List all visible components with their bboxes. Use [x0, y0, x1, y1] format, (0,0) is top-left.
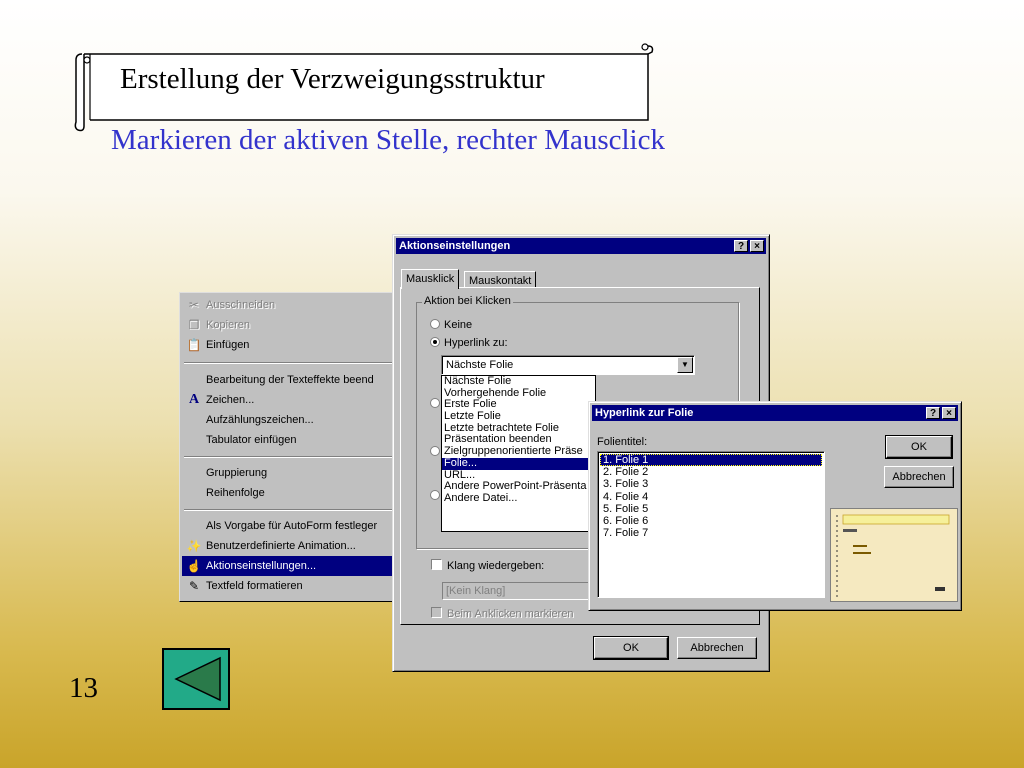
list-item[interactable]: 2. Folie 2 — [600, 466, 822, 478]
menu-item-label: Gruppierung — [206, 467, 268, 479]
dialog-titlebar: Hyperlink zur Folie ? × — [592, 405, 958, 421]
context-menu: ✂ Ausschneiden ❐ Kopieren 📋 Einfügen Bea… — [179, 292, 398, 602]
menu-item-label: Als Vorgabe für AutoForm festleger — [206, 520, 378, 532]
menu-separator — [184, 456, 393, 458]
menu-item-custom-animation[interactable]: ✨ Benutzerdefinierte Animation... — [182, 536, 397, 556]
menu-item-copy[interactable]: ❐ Kopieren — [182, 315, 397, 335]
sound-select[interactable]: [Kein Klang] — [442, 582, 592, 600]
slide-listbox[interactable]: 1. Folie 1 2. Folie 2 3. Folie 3 4. Foli… — [597, 451, 825, 598]
animation-icon: ✨ — [186, 539, 202, 553]
tab-mouse-click[interactable]: Mausklick — [401, 269, 460, 289]
play-sound-checkbox[interactable]: Klang wiedergeben: — [431, 559, 544, 572]
menu-item-label: Bearbeitung der Texteffekte beend — [206, 374, 374, 386]
dialog-title: Hyperlink zur Folie — [595, 407, 694, 419]
copy-icon: ❐ — [188, 318, 200, 332]
list-item[interactable]: 3. Folie 3 — [600, 478, 822, 490]
close-button[interactable]: × — [750, 240, 764, 252]
menu-item-label: Aufzählungszeichen... — [206, 414, 314, 426]
menu-item-label: Aktionseinstellungen... — [206, 560, 317, 572]
cancel-button[interactable]: Abbrechen — [884, 466, 954, 488]
help-button[interactable]: ? — [734, 240, 748, 252]
menu-item-label: Tabulator einfügen — [206, 434, 297, 446]
list-item[interactable]: 4. Folie 4 — [600, 491, 822, 503]
radio-label: Keine — [444, 319, 473, 331]
dropdown-item[interactable]: Nächste Folie — [442, 376, 595, 388]
hyperlink-combo[interactable]: Nächste Folie ▼ — [441, 355, 695, 375]
slide-number: 13 — [69, 672, 98, 704]
list-item[interactable]: 7. Folie 7 — [600, 527, 822, 539]
hyperlink-dropdown-list: Nächste Folie Vorhergehende Folie Erste … — [441, 375, 596, 532]
menu-item-order[interactable]: Reihenfolge — [182, 483, 397, 503]
cancel-button[interactable]: Abbrechen — [677, 637, 757, 659]
dropdown-item[interactable]: Letzte Folie — [442, 410, 595, 423]
checkbox-box — [431, 559, 442, 570]
menu-item-format-textbox[interactable]: ✎ Textfeld formatieren — [182, 576, 397, 596]
chevron-down-icon[interactable]: ▼ — [677, 357, 693, 373]
font-a-icon: A — [188, 392, 200, 407]
triangle-left-icon — [174, 656, 221, 702]
tab-mouse-over[interactable]: Mauskontakt — [464, 271, 537, 288]
radio-none[interactable]: Keine — [430, 319, 472, 331]
scissors-icon: ✂ — [188, 298, 200, 312]
action-icon: ☝ — [186, 559, 202, 573]
menu-item-set-default[interactable]: Als Vorgabe für AutoForm festleger — [182, 516, 397, 536]
list-item[interactable]: 5. Folie 5 — [600, 503, 822, 515]
dropdown-item[interactable]: Andere Datei... — [442, 492, 595, 505]
menu-item-label: Einfügen — [206, 339, 250, 351]
menu-item-action-settings[interactable]: ☝ Aktionseinstellungen... — [182, 556, 397, 576]
slide-subtitle: Markieren der aktiven Stelle, rechter Ma… — [111, 124, 665, 156]
menu-separator — [184, 362, 393, 364]
list-item[interactable]: 6. Folie 6 — [600, 515, 822, 527]
menu-item-grouping[interactable]: Gruppierung — [182, 463, 397, 483]
group-label: Aktion bei Klicken — [422, 295, 513, 307]
menu-item-end-text-edit[interactable]: Bearbeitung der Texteffekte beend — [182, 370, 397, 390]
slide-preview-thumbnail — [830, 508, 958, 602]
checkbox-label: Klang wiedergeben: — [447, 560, 545, 572]
radio-label: Hyperlink zu: — [444, 337, 508, 349]
menu-item-font[interactable]: A Zeichen... — [182, 390, 397, 410]
menu-item-cut[interactable]: ✂ Ausschneiden — [182, 295, 397, 315]
radio-circle — [430, 446, 440, 456]
radio-hyperlink[interactable]: Hyperlink zu: — [430, 337, 508, 349]
dialog-titlebar: Aktionseinstellungen ? × — [396, 238, 766, 254]
menu-item-label: Zeichen... — [206, 394, 255, 406]
ok-button[interactable]: OK — [593, 636, 669, 660]
dropdown-item-selected[interactable]: Folie... — [442, 457, 595, 470]
radio-circle — [430, 319, 440, 329]
back-button[interactable] — [162, 648, 230, 710]
ok-button[interactable]: OK — [885, 435, 953, 459]
checkbox-label: Beim Anklicken markieren — [447, 608, 574, 620]
menu-item-label: Reihenfolge — [206, 487, 265, 499]
slide-title-label: Folientitel: — [597, 436, 648, 448]
slide-title: Erstellung der Verzweigungsstruktur — [120, 63, 545, 95]
close-button[interactable]: × — [942, 407, 956, 419]
highlight-click-checkbox[interactable]: Beim Anklicken markieren — [431, 607, 574, 620]
menu-item-label: Benutzerdefinierte Animation... — [206, 540, 356, 552]
checkbox-box — [431, 607, 442, 618]
dialog-title: Aktionseinstellungen — [399, 240, 511, 252]
radio-circle — [430, 490, 440, 500]
list-item-selected[interactable]: 1. Folie 1 — [600, 454, 822, 467]
paste-icon: 📋 — [186, 338, 202, 352]
menu-item-label: Kopieren — [206, 319, 251, 331]
radio-circle — [430, 398, 440, 408]
menu-item-bullets[interactable]: Aufzählungszeichen... — [182, 410, 397, 430]
format-icon: ✎ — [188, 579, 200, 593]
menu-item-insert-tab[interactable]: Tabulator einfügen — [182, 430, 397, 450]
menu-item-paste[interactable]: 📋 Einfügen — [182, 335, 397, 355]
menu-item-label: Ausschneiden — [206, 299, 276, 311]
help-button[interactable]: ? — [926, 407, 940, 419]
menu-separator — [184, 509, 393, 511]
radio-circle — [430, 337, 440, 347]
combo-value: Nächste Folie — [446, 359, 514, 371]
menu-item-label: Textfeld formatieren — [206, 580, 303, 592]
